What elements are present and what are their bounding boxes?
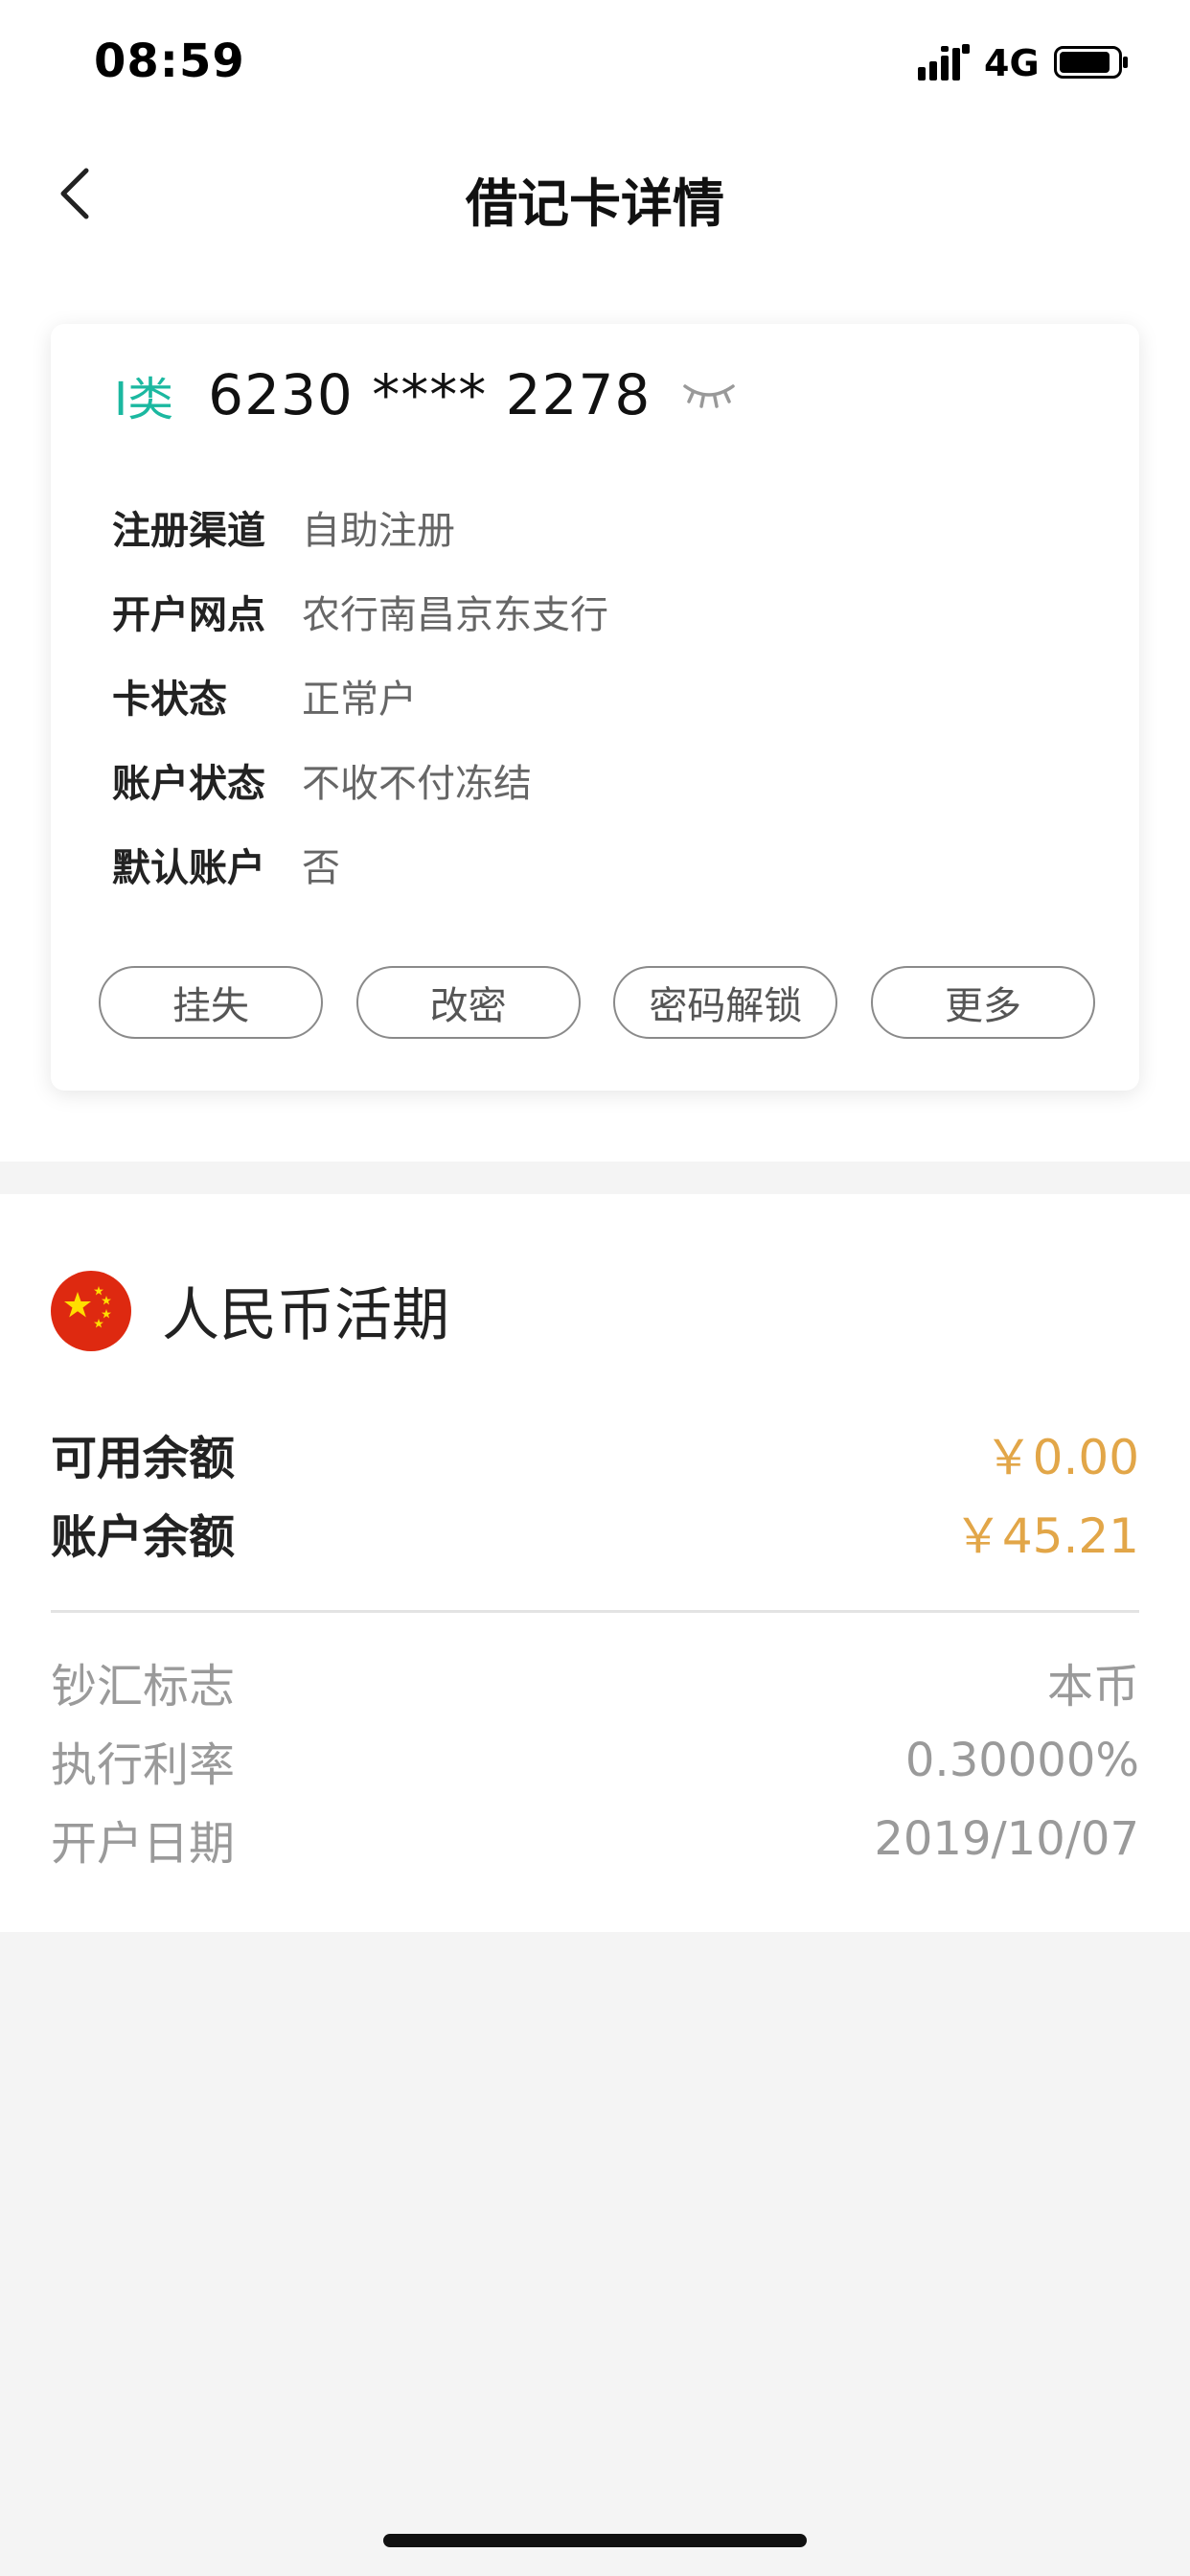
unlock-password-button[interactable]: 密码解锁 bbox=[613, 966, 838, 1039]
eye-closed-icon[interactable] bbox=[681, 380, 737, 409]
info-row-account-status: 账户状态 不收不付冻结 bbox=[112, 738, 608, 822]
meta-value: 本币 bbox=[1046, 1660, 1139, 1714]
home-indicator[interactable] bbox=[383, 2534, 807, 2547]
info-value: 正常户 bbox=[302, 678, 417, 722]
debit-card-panel: I类 6230 **** 2278 注册渠道 自助注册 开户网点 农行南昌京东支… bbox=[51, 324, 1139, 1091]
report-loss-button[interactable]: 挂失 bbox=[99, 966, 323, 1039]
info-value: 农行南昌京东支行 bbox=[302, 593, 608, 637]
signal-icon bbox=[918, 44, 970, 80]
balance-row-account: 账户余额 ￥45.21 bbox=[51, 1493, 1139, 1572]
info-row-card-status: 卡状态 正常户 bbox=[112, 654, 608, 738]
info-value: 不收不付冻结 bbox=[302, 762, 532, 806]
currency-title: 人民币活期 bbox=[162, 1282, 449, 1349]
card-class-label: I类 bbox=[114, 373, 174, 426]
meta-row-interest-rate: 执行利率 0.30000% bbox=[51, 1721, 1139, 1800]
meta-value: 0.30000% bbox=[904, 1734, 1139, 1787]
meta-value: 2019/10/07 bbox=[874, 1812, 1139, 1866]
card-header: I类 6230 **** 2278 bbox=[114, 356, 737, 433]
currency-header: 人民币活期 bbox=[51, 1269, 449, 1352]
china-flag-icon bbox=[51, 1270, 131, 1351]
balance-label: 可用余额 bbox=[51, 1432, 236, 1485]
balance-list: 可用余额 ￥0.00 账户余额 ￥45.21 bbox=[51, 1414, 1139, 1572]
meta-row-currency-flag: 钞汇标志 本币 bbox=[51, 1643, 1139, 1721]
network-type: 4G bbox=[984, 42, 1040, 84]
meta-row-open-date: 开户日期 2019/10/07 bbox=[51, 1800, 1139, 1878]
balance-value: ￥0.00 bbox=[984, 1430, 1139, 1485]
info-label: 卡状态 bbox=[112, 678, 227, 722]
page-title: 借记卡详情 bbox=[466, 173, 724, 234]
battery-icon bbox=[1054, 46, 1128, 79]
info-label: 默认账户 bbox=[112, 846, 265, 890]
balance-value: ￥45.21 bbox=[953, 1508, 1139, 1564]
more-button[interactable]: 更多 bbox=[870, 966, 1095, 1039]
meta-label: 执行利率 bbox=[51, 1738, 236, 1792]
info-row-branch: 开户网点 农行南昌京东支行 bbox=[112, 569, 608, 654]
meta-label: 钞汇标志 bbox=[51, 1660, 236, 1714]
status-bar: 08:59 4G bbox=[0, 0, 1190, 125]
info-value: 否 bbox=[302, 846, 340, 890]
info-label: 注册渠道 bbox=[112, 509, 265, 553]
info-row-default-account: 默认账户 否 bbox=[112, 822, 608, 907]
page: 08:59 4G 借记卡详情 I类 6230 **** 2278 注册渠道 自助… bbox=[0, 0, 1190, 2576]
info-label: 账户状态 bbox=[112, 762, 265, 806]
change-password-button[interactable]: 改密 bbox=[355, 966, 581, 1039]
info-label: 开户网点 bbox=[112, 593, 265, 637]
status-time: 08:59 bbox=[94, 34, 245, 88]
meta-label: 开户日期 bbox=[51, 1817, 236, 1871]
balance-label: 账户余额 bbox=[51, 1510, 236, 1564]
card-actions: 挂失 改密 密码解锁 更多 bbox=[99, 966, 1095, 1039]
section-divider bbox=[0, 1162, 1190, 1194]
card-info-list: 注册渠道 自助注册 开户网点 农行南昌京东支行 卡状态 正常户 账户状态 不收不… bbox=[112, 485, 608, 907]
account-meta-list: 钞汇标志 本币 执行利率 0.30000% 开户日期 2019/10/07 bbox=[51, 1643, 1139, 1878]
divider-line bbox=[51, 1610, 1139, 1613]
account-section: 人民币活期 可用余额 ￥0.00 账户余额 ￥45.21 钞汇标志 本币 执行利… bbox=[0, 1194, 1190, 1932]
info-value: 自助注册 bbox=[302, 509, 455, 553]
balance-row-available: 可用余额 ￥0.00 bbox=[51, 1414, 1139, 1493]
card-number: 6230 **** 2278 bbox=[208, 362, 652, 427]
info-row-register-channel: 注册渠道 自助注册 bbox=[112, 485, 608, 569]
nav-bar: 借记卡详情 bbox=[0, 144, 1190, 240]
